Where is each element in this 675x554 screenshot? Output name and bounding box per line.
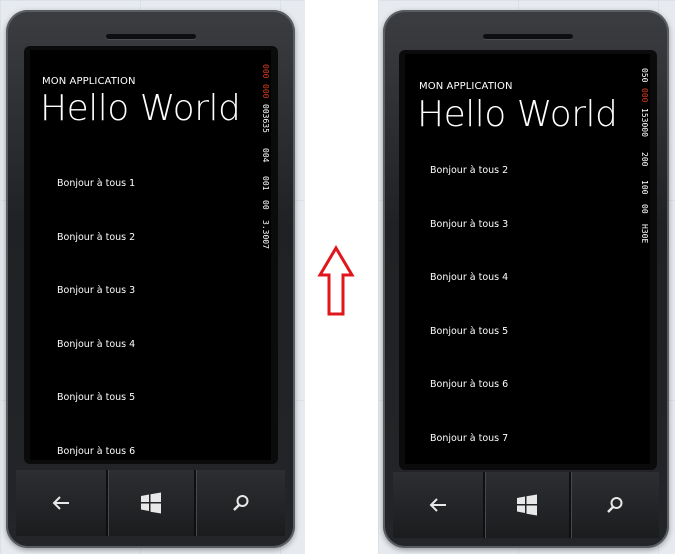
right-emulator-panel: MON APPLICATION Hello World 050 000 153000… — [378, 0, 675, 554]
list-item[interactable]: Bonjour à tous 4 — [430, 272, 508, 283]
magnifier-icon — [232, 495, 248, 511]
windows-logo-icon — [141, 492, 161, 514]
back-arrow-icon — [52, 496, 69, 510]
search-button[interactable] — [196, 470, 285, 536]
frame-rate-counter: 3.3007 — [261, 220, 270, 249]
start-button[interactable] — [108, 470, 194, 536]
frame-rate-counter: H30E — [640, 224, 649, 244]
back-button[interactable] — [16, 470, 106, 536]
back-button[interactable] — [393, 472, 483, 538]
frame-rate-counters: 050 000 153000 200 100 00 H30E — [638, 68, 650, 258]
frame-rate-counter: 000 — [640, 88, 649, 103]
frame-rate-counter: 000 — [261, 84, 270, 99]
frame-rate-counter: 200 — [640, 152, 649, 167]
speaker-grille — [483, 34, 573, 39]
magnifier-icon — [607, 497, 623, 513]
windows-logo-icon — [517, 494, 537, 516]
page-title: Hello World — [417, 94, 618, 135]
hardware-buttons-bar — [16, 470, 285, 536]
frame-rate-counter: 100 — [640, 180, 649, 195]
page-title: Hello World — [40, 88, 241, 129]
app-title: MON APPLICATION — [42, 76, 136, 87]
search-button[interactable] — [571, 472, 659, 538]
frame-rate-counters: 000 000 003635 004 001 00 3.3007 — [259, 64, 271, 254]
phone-body-right: MON APPLICATION Hello World 050 000 153000… — [383, 10, 669, 548]
list-item[interactable]: Bonjour à tous 3 — [430, 219, 508, 230]
list-item[interactable]: Bonjour à tous 3 — [57, 285, 135, 296]
frame-rate-counter: 000 — [261, 64, 270, 79]
frame-rate-counter: 001 — [261, 176, 270, 191]
screen-left[interactable]: MON APPLICATION Hello World 000 000 003635… — [30, 50, 271, 460]
frame-rate-counter: 050 — [640, 68, 649, 83]
frame-rate-counter: 003635 — [261, 104, 270, 133]
speaker-grille — [106, 34, 196, 39]
list-item[interactable]: Bonjour à tous 4 — [57, 339, 135, 350]
list-item[interactable]: Bonjour à tous 5 — [430, 326, 508, 337]
phone-body-left: MON APPLICATION Hello World 000 000 003635… — [6, 10, 295, 548]
app-title: MON APPLICATION — [419, 81, 513, 92]
list-item[interactable]: Bonjour à tous 2 — [430, 165, 508, 176]
list-item[interactable]: Bonjour à tous 6 — [57, 446, 135, 457]
list-item[interactable]: Bonjour à tous 6 — [430, 379, 508, 390]
up-arrow-icon — [317, 245, 355, 316]
list-item[interactable]: Bonjour à tous 7 — [430, 433, 508, 444]
list-item[interactable]: Bonjour à tous 1 — [57, 178, 135, 189]
frame-rate-counter: 00 — [640, 204, 649, 214]
screen-right[interactable]: MON APPLICATION Hello World 050 000 153000… — [405, 54, 650, 464]
frame-rate-counter: 004 — [261, 148, 270, 163]
back-arrow-icon — [429, 498, 446, 512]
start-button[interactable] — [485, 472, 569, 538]
list-item[interactable]: Bonjour à tous 5 — [57, 392, 135, 403]
left-emulator-panel: MON APPLICATION Hello World 000 000 003635… — [0, 0, 305, 554]
hardware-buttons-bar — [393, 472, 659, 538]
frame-rate-counter: 153000 — [640, 108, 649, 137]
frame-rate-counter: 00 — [261, 200, 270, 210]
list-item[interactable]: Bonjour à tous 2 — [57, 232, 135, 243]
